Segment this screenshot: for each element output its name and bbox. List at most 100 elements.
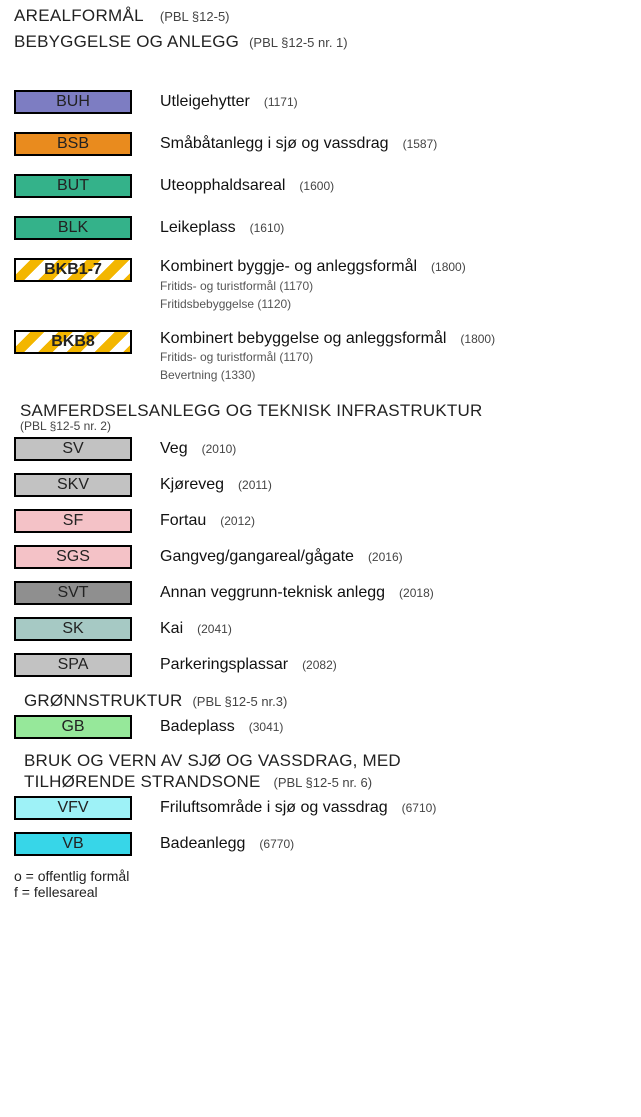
swatch-sf: SF: [14, 509, 132, 533]
legend-label: Badeplass: [160, 718, 235, 736]
legend-text-gb: Badeplass (3041): [160, 715, 283, 739]
section-4-title-line1: BRUK OG VERN AV SJØ OG VASSDRAG, MED: [24, 751, 401, 770]
legend-label: Kombinert byggje- og anleggsformål: [160, 258, 417, 276]
legend-text-spa: Parkeringsplassar (2082): [160, 653, 337, 677]
legend-label: Fortau: [160, 512, 206, 530]
legend-row-vfv: VFV Friluftsområde i sjø og vassdrag (67…: [14, 796, 629, 820]
heading-ref: (PBL §12-5): [160, 9, 230, 24]
legend-label: Utleigehytter: [160, 93, 250, 111]
swatch-vb: VB: [14, 832, 132, 856]
legend-text-sv: Veg (2010): [160, 437, 236, 461]
swatch-code: SK: [62, 620, 83, 638]
section-4-title-line2: TILHØRENDE STRANDSONE: [24, 772, 261, 791]
legend-code: (1600): [299, 180, 334, 193]
legend-code: (1800): [460, 333, 495, 346]
section-3-header: GRØNNSTRUKTUR (PBL §12-5 nr.3): [24, 691, 629, 711]
legend-row-sv: SV Veg (2010): [14, 437, 629, 461]
section-1-header: BEBYGGELSE OG ANLEGG (PBL §12-5 nr. 1): [14, 32, 629, 52]
legend-code: (2016): [368, 551, 403, 564]
legend-label: Parkeringsplassar: [160, 656, 288, 674]
section-4-header: BRUK OG VERN AV SJØ OG VASSDRAG, MED TIL…: [24, 751, 629, 792]
footnote-line-1: o = offentlig formål: [14, 868, 129, 884]
legend-code: (6770): [259, 838, 294, 851]
section-2-header: SAMFERDSELSANLEGG OG TEKNISK INFRASTRUKT…: [14, 401, 629, 433]
section-2-title: SAMFERDSELSANLEGG OG TEKNISK INFRASTRUKT…: [20, 401, 629, 421]
legend-code: (2011): [238, 479, 272, 492]
legend-row-spa: SPA Parkeringsplassar (2082): [14, 653, 629, 677]
legend-code: (1587): [403, 138, 438, 151]
legend-sub: Fritids- og turistformål (1170): [160, 350, 495, 365]
legend-label: Veg: [160, 440, 188, 458]
legend-section-3: GB Badeplass (3041): [14, 715, 629, 739]
swatch-svt: SVT: [14, 581, 132, 605]
legend-text-bkb17: Kombinert byggje- og anleggsformål (1800…: [160, 258, 466, 312]
footnote-line-2: f = fellesareal: [14, 884, 98, 900]
legend-code: (1610): [250, 222, 285, 235]
legend-row-but: BUT Uteopphaldsareal (1600): [14, 174, 629, 198]
swatch-but: BUT: [14, 174, 132, 198]
heading-title: AREALFORMÅL: [14, 6, 144, 26]
legend-label: Småbåtanlegg i sjø og vassdrag: [160, 135, 389, 153]
legend-code: (2018): [399, 587, 434, 600]
legend-row-sk: SK Kai (2041): [14, 617, 629, 641]
legend-label: Leikeplass: [160, 219, 236, 237]
swatch-code: BSB: [57, 135, 89, 153]
legend-text-blk: Leikeplass (1610): [160, 216, 284, 240]
swatch-code: VB: [62, 835, 83, 853]
legend-row-vb: VB Badeanlegg (6770): [14, 832, 629, 856]
swatch-code: GB: [61, 718, 84, 736]
swatch-sk: SK: [14, 617, 132, 641]
swatch-bsb: BSB: [14, 132, 132, 156]
legend-sub: Bevertning (1330): [160, 368, 495, 383]
legend-row-skv: SKV Kjøreveg (2011): [14, 473, 629, 497]
swatch-spa: SPA: [14, 653, 132, 677]
swatch-blk: BLK: [14, 216, 132, 240]
legend-section-2: SV Veg (2010) SKV Kjøreveg (2011): [14, 437, 629, 677]
swatch-skv: SKV: [14, 473, 132, 497]
legend-row-bkb17: BKB1-7 Kombinert byggje- og anleggsformå…: [14, 258, 629, 312]
section-4-ref: (PBL §12-5 nr. 6): [274, 775, 373, 790]
swatch-gb: GB: [14, 715, 132, 739]
legend-code: (1800): [431, 261, 466, 274]
swatch-sv: SV: [14, 437, 132, 461]
legend-label: Badeanlegg: [160, 835, 245, 853]
swatch-code: SV: [62, 440, 83, 458]
section-1-title: BEBYGGELSE OG ANLEGG: [14, 32, 239, 52]
swatch-code: SF: [63, 512, 83, 530]
swatch-vfv: VFV: [14, 796, 132, 820]
legend-label: Gangveg/gangareal/gågate: [160, 548, 354, 566]
legend-label: Uteopphaldsareal: [160, 177, 285, 195]
legend-text-skv: Kjøreveg (2011): [160, 473, 272, 497]
legend-row-bkb8: BKB8 Kombinert bebyggelse og anleggsform…: [14, 330, 629, 384]
legend-text-bkb8: Kombinert bebyggelse og anleggsformål (1…: [160, 330, 495, 384]
legend-sub: Fritidsbebyggelse (1120): [160, 297, 466, 312]
swatch-code: BUT: [57, 177, 89, 195]
legend-code: (3041): [249, 721, 284, 734]
legend-text-sf: Fortau (2012): [160, 509, 255, 533]
legend-row-gb: GB Badeplass (3041): [14, 715, 629, 739]
legend-code: (2041): [197, 623, 232, 636]
legend-text-svt: Annan veggrunn-teknisk anlegg (2018): [160, 581, 434, 605]
legend-text-but: Uteopphaldsareal (1600): [160, 174, 334, 198]
page-heading: AREALFORMÅL (PBL §12-5): [14, 6, 629, 26]
section-2-ref: (PBL §12-5 nr. 2): [20, 419, 629, 433]
legend-label: Kombinert bebyggelse og anleggsformål: [160, 330, 446, 348]
footnote: o = offentlig formål f = fellesareal: [14, 868, 629, 900]
legend-row-blk: BLK Leikeplass (1610): [14, 216, 629, 240]
swatch-bkb8: BKB8: [14, 330, 132, 354]
legend-code: (1171): [264, 96, 298, 109]
legend-text-buh: Utleigehytter (1171): [160, 90, 298, 114]
swatch-code: SVT: [57, 584, 88, 602]
legend-label: Annan veggrunn-teknisk anlegg: [160, 584, 385, 602]
legend-sub: Fritids- og turistformål (1170): [160, 279, 466, 294]
legend-label: Friluftsområde i sjø og vassdrag: [160, 799, 388, 817]
legend-code: (2082): [302, 659, 337, 672]
legend-text-vfv: Friluftsområde i sjø og vassdrag (6710): [160, 796, 436, 820]
legend-text-bsb: Småbåtanlegg i sjø og vassdrag (1587): [160, 132, 437, 156]
legend-label: Kjøreveg: [160, 476, 224, 494]
swatch-code: VFV: [57, 799, 88, 817]
legend-page: AREALFORMÅL (PBL §12-5) BEBYGGELSE OG AN…: [0, 0, 641, 910]
swatch-sgs: SGS: [14, 545, 132, 569]
swatch-code: BUH: [56, 93, 90, 111]
swatch-code: BLK: [58, 219, 88, 237]
